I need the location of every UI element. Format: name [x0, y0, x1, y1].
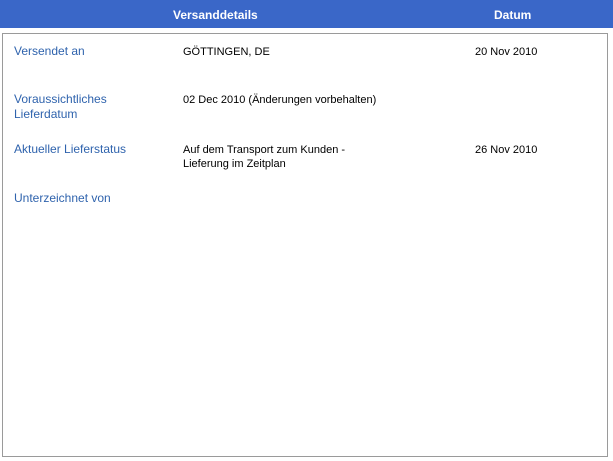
- expected-delivery-value: 02 Dec 2010 (Änderungen vorbehalten): [183, 94, 377, 106]
- shipping-details-header: Versanddetails Datum: [0, 0, 613, 28]
- header-title: Versanddetails: [173, 8, 258, 22]
- shipped-to-value: GÖTTINGEN, DE: [183, 46, 270, 58]
- shipping-details-panel: Versendet an GÖTTINGEN, DE 20 Nov 2010 V…: [2, 33, 608, 457]
- current-status-date: 26 Nov 2010: [475, 144, 538, 156]
- signed-by-label: Unterzeichnet von: [14, 191, 111, 205]
- shipped-to-date: 20 Nov 2010: [475, 46, 538, 58]
- header-date-label: Datum: [494, 8, 532, 22]
- expected-delivery-label: Voraussichtliches Lieferdatum: [14, 92, 107, 121]
- current-status-value: Auf dem Transport zum Kunden - Lieferung…: [183, 144, 346, 170]
- current-status-label: Aktueller Lieferstatus: [14, 142, 127, 156]
- shipped-to-label: Versendet an: [14, 44, 85, 58]
